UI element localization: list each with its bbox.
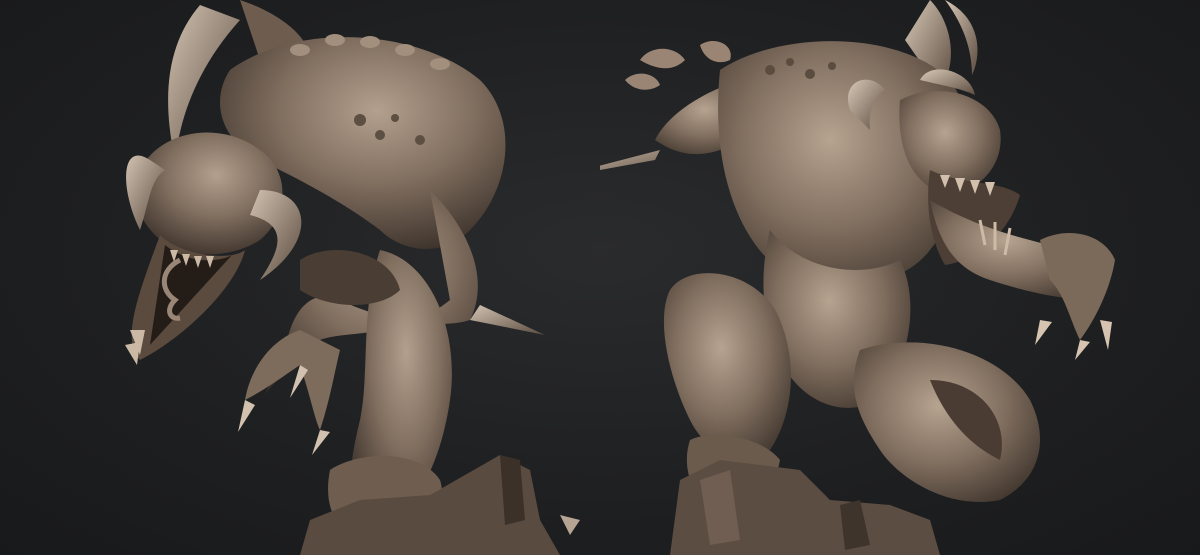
hand: [245, 330, 340, 430]
render-stage: [0, 0, 1200, 555]
sculpt-view-right: [600, 0, 1200, 555]
leg-right: [853, 342, 1040, 502]
spike: [600, 150, 660, 170]
creature-front-render: [600, 0, 1115, 555]
creature-side-render: [125, 0, 580, 555]
elbow-spike: [470, 305, 545, 335]
sculpt-view-left: [0, 0, 600, 555]
